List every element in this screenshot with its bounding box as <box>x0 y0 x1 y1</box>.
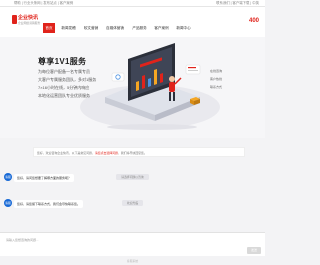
send-button[interactable]: 发送 <box>247 247 261 254</box>
chat-bubble-1: 您好，请问您想要了解哪方面的服务呢？ <box>14 174 75 182</box>
nav-item-news[interactable]: 新闻发稿 <box>59 23 78 33</box>
banner-side-menu: 在线咨询 客户热线 联系方式 <box>204 67 265 107</box>
side-row-hotline[interactable]: 客户热线 <box>210 77 222 81</box>
nav-item-products[interactable]: 产品服务 <box>130 23 149 33</box>
notice-highlight[interactable]: 请您点击选择问题 <box>95 151 118 155</box>
agent-avatar: 客服 <box>4 173 12 181</box>
timestamp-2-text: 欢迎光临 <box>121 200 144 206</box>
nav-item-cases[interactable]: 客户案例 <box>152 23 171 33</box>
phone-number: 400 <box>248 18 259 24</box>
nav-item-newscenter[interactable]: 新闻中心 <box>174 23 193 33</box>
timestamp-1-text: 请选择问题以咨询 <box>116 174 149 180</box>
banner-line-3: 7×16小时在线，5分钟内响应 <box>38 85 90 90</box>
nav-item-home[interactable]: 首页 <box>43 23 55 33</box>
chat-notice: 您好，欢迎咨询企业快讯，以下是常见问题，请您点击选择问题，我们将尽快回复您。 <box>33 147 245 157</box>
notice-suffix: ，我们将尽快回复您。 <box>117 151 147 155</box>
main-nav: 首页 新闻发稿 软文营销 自媒体营销 产品服务 客户案例 新闻中心 <box>0 23 265 33</box>
header: 企业快讯 企业网络营销服务 首页 新闻发稿 软文营销 自媒体营销 产品服务 客户… <box>0 7 265 37</box>
top-right-links[interactable]: 联系我们 | 客户端下载 | 中英 <box>216 0 259 7</box>
top-strip: 帮助 | 行业头条网 | 发布站点 | 客户案例 联系我们 | 客户端下载 | … <box>0 0 265 7</box>
nav-item-selfmedia[interactable]: 自媒体营销 <box>103 23 127 33</box>
chat-input-bar: 请输入您想咨询的问题... 发送 <box>0 232 265 256</box>
footer: 客服系统 <box>126 259 139 263</box>
top-links[interactable]: 帮助 | 行业头条网 | 发布站点 | 客户案例 <box>14 0 73 7</box>
chat-bubble-2: 您好，请您留下联系方式，我们会尽快联系您。 <box>14 200 84 208</box>
chat-input[interactable]: 请输入您想咨询的问题... <box>6 238 39 242</box>
banner-line-2: 大客户专属服务团队，多对1服务 <box>38 77 97 82</box>
agent-avatar: 客服 <box>4 199 12 207</box>
banner-line-4: 本地化运营团队专业优质服务 <box>38 93 90 98</box>
banner-line-1: 为每位客户配备一名专属专员 <box>38 69 90 74</box>
page: 帮助 | 行业头条网 | 发布站点 | 客户案例 联系我们 | 客户端下载 | … <box>0 0 265 265</box>
side-row-contact[interactable]: 联系方式 <box>210 85 222 89</box>
notice-prefix: 您好，欢迎咨询企业快讯，以下是常见问题， <box>37 151 95 155</box>
banner-title: 尊享1V1服务 <box>38 57 87 66</box>
nav-item-softarticle[interactable]: 软文营销 <box>81 23 101 33</box>
hero-banner: 尊享1V1服务 为每位客户配备一名专属专员 大客户专属服务团队，多对1服务 7×… <box>0 37 265 138</box>
side-row-consult[interactable]: 在线咨询 <box>210 69 222 73</box>
